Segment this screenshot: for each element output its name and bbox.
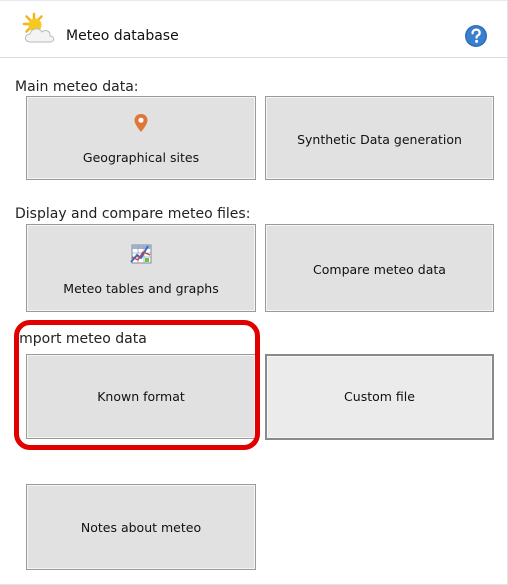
- known-format-button[interactable]: Known format: [26, 354, 256, 439]
- meteo-database-panel: Meteo database Main meteo data: Geograph…: [0, 0, 508, 585]
- table-chart-icon: [130, 244, 152, 264]
- section-label-import-meteo: Import meteo data: [15, 331, 147, 347]
- section-label-display-compare: Display and compare meteo files:: [15, 206, 251, 222]
- meteo-tables-graphs-label: Meteo tables and graphs: [63, 281, 219, 296]
- title-bar: Meteo database: [0, 0, 507, 58]
- section-label-main-meteo: Main meteo data:: [15, 79, 139, 95]
- help-icon[interactable]: [464, 24, 488, 48]
- synthetic-data-generation-label: Synthetic Data generation: [297, 132, 462, 147]
- panel-title: Meteo database: [66, 28, 179, 44]
- notes-about-meteo-label: Notes about meteo: [80, 520, 202, 535]
- geographical-sites-button[interactable]: Geographical sites: [26, 96, 256, 180]
- meteo-tables-graphs-button[interactable]: Meteo tables and graphs: [26, 224, 256, 312]
- map-pin-icon: [134, 114, 148, 132]
- synthetic-data-generation-button[interactable]: Synthetic Data generation: [265, 96, 494, 180]
- known-format-label: Known format: [97, 389, 185, 404]
- compare-meteo-data-label: Compare meteo data: [313, 262, 446, 277]
- sun-cloud-icon: [22, 12, 55, 43]
- custom-file-label: Custom file: [344, 389, 415, 404]
- custom-file-button[interactable]: Custom file: [265, 354, 494, 440]
- compare-meteo-data-button[interactable]: Compare meteo data: [265, 224, 494, 312]
- geographical-sites-label: Geographical sites: [82, 150, 200, 165]
- notes-about-meteo-button[interactable]: Notes about meteo: [26, 484, 256, 570]
